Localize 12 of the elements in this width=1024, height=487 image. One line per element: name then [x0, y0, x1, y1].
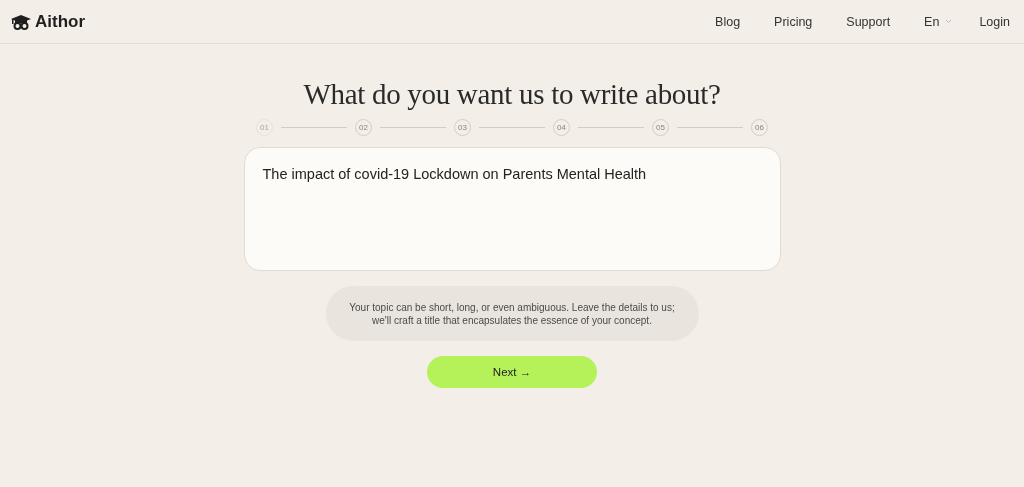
hint-text: Your topic can be short, long, or even ambiguous. Leave the details to us; we'll craft a title that encapsulates the essence of your concept.: [325, 286, 699, 341]
logo-icon: [10, 13, 32, 30]
nav-link[interactable]: Support: [846, 14, 891, 29]
next-button[interactable]: Next →: [427, 356, 597, 388]
nav-link[interactable]: Pricing: [774, 14, 813, 29]
page-heading: What do you want us to write about?: [303, 78, 721, 111]
nav-link[interactable]: Login: [979, 14, 1010, 29]
nav-link[interactable]: Blog: [715, 14, 741, 29]
topic-field[interactable]: The impact of covid-19 Lockdown on Parents Mental Health: [243, 147, 781, 271]
language-dropdown[interactable]: En: [924, 14, 953, 29]
caret-icon: [945, 19, 953, 24]
brand-name: Aithor: [35, 11, 86, 32]
